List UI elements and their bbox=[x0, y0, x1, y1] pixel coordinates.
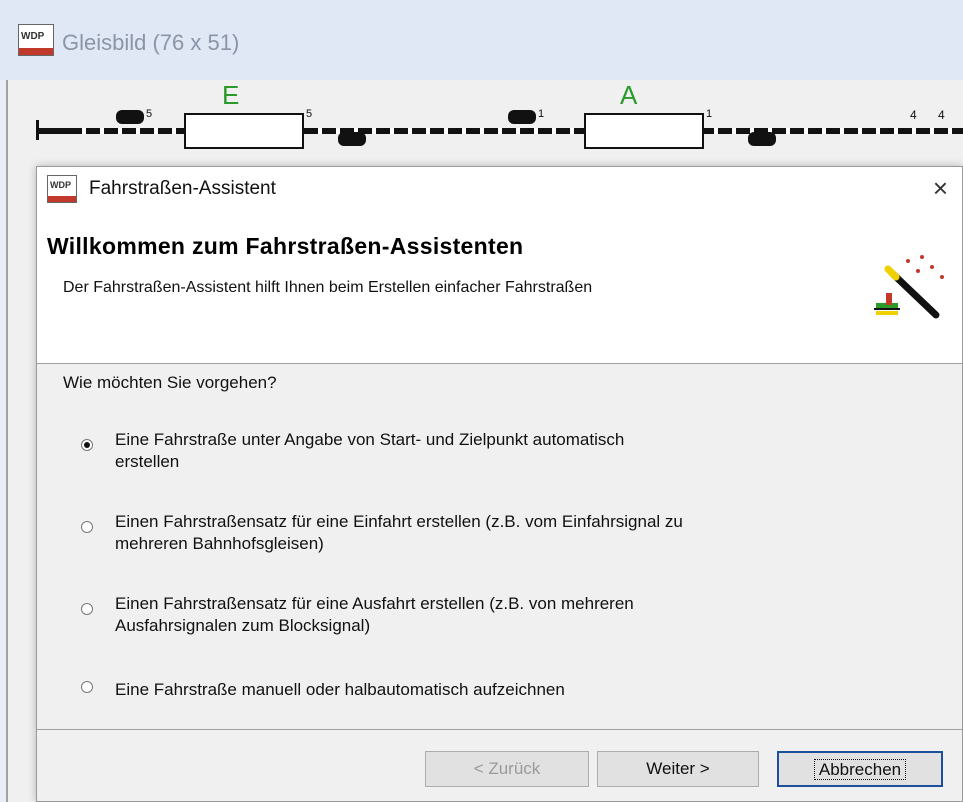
signal-number: 4 bbox=[910, 108, 917, 122]
signal-icon[interactable] bbox=[508, 110, 536, 124]
background-window-titlebar[interactable]: WDP Gleisbild (76 x 51) bbox=[0, 0, 963, 80]
radio-button[interactable] bbox=[81, 681, 93, 693]
track-segment bbox=[700, 128, 963, 134]
option-label: Eine Fahrstraße manuell oder halbautomat… bbox=[115, 680, 565, 699]
track-block-a[interactable] bbox=[584, 113, 704, 149]
wizard-header: Willkommen zum Fahrstraßen-Assistenten D… bbox=[37, 211, 962, 364]
next-button[interactable]: Weiter > bbox=[597, 751, 759, 787]
track-segment bbox=[68, 128, 188, 134]
route-wizard-dialog: WDP Fahrstraßen-Assistent × Willkommen z… bbox=[36, 166, 963, 802]
signal-number: 1 bbox=[538, 108, 545, 120]
option-label: Eine Fahrstraße unter Angabe von Start- … bbox=[115, 430, 625, 449]
signal-number: 5 bbox=[306, 108, 313, 120]
cancel-button[interactable]: Abbrechen bbox=[777, 751, 943, 787]
radio-button[interactable] bbox=[81, 603, 93, 615]
app-icon: WDP bbox=[47, 175, 77, 203]
footer-divider bbox=[37, 729, 962, 730]
back-button[interactable]: < Zurück bbox=[425, 751, 589, 787]
track-label-a: A bbox=[620, 80, 638, 110]
wizard-header-subtitle: Der Fahrstraßen-Assistent hilft Ihnen be… bbox=[63, 279, 593, 296]
track-label-e: E bbox=[222, 80, 240, 110]
question-label: Wie möchten Sie vorgehen? bbox=[63, 373, 277, 392]
app-icon: WDP bbox=[18, 24, 54, 56]
dialog-title: Fahrstraßen-Assistent bbox=[89, 178, 276, 199]
radio-button[interactable] bbox=[81, 521, 93, 533]
close-icon[interactable]: × bbox=[933, 173, 948, 204]
signal-number: 4 bbox=[938, 108, 945, 122]
signal-icon[interactable] bbox=[338, 132, 366, 146]
dialog-titlebar[interactable]: WDP Fahrstraßen-Assistent × bbox=[37, 167, 962, 211]
track-end-marker bbox=[36, 120, 39, 140]
option-label: mehreren Bahnhofsgleisen) bbox=[115, 534, 324, 553]
signal-number: 5 bbox=[146, 108, 153, 120]
cancel-button-label: Abbrechen bbox=[813, 759, 907, 780]
magic-wand-icon bbox=[874, 255, 944, 319]
signal-number: 1 bbox=[706, 108, 713, 120]
track-block-e[interactable] bbox=[184, 113, 304, 149]
signal-icon[interactable] bbox=[748, 132, 776, 146]
option-label: Einen Fahrstraßensatz für eine Ausfahrt … bbox=[115, 594, 634, 613]
option-label: erstellen bbox=[115, 452, 180, 471]
signal-icon[interactable] bbox=[116, 110, 144, 124]
option-label: Ausfahrsignalen zum Blocksignal) bbox=[115, 616, 371, 635]
radio-button[interactable] bbox=[81, 439, 93, 451]
wizard-header-title: Willkommen zum Fahrstraßen-Assistenten bbox=[47, 233, 524, 259]
background-window-title: Gleisbild (76 x 51) bbox=[62, 30, 240, 55]
option-label: Einen Fahrstraßensatz für eine Einfahrt … bbox=[115, 512, 683, 531]
